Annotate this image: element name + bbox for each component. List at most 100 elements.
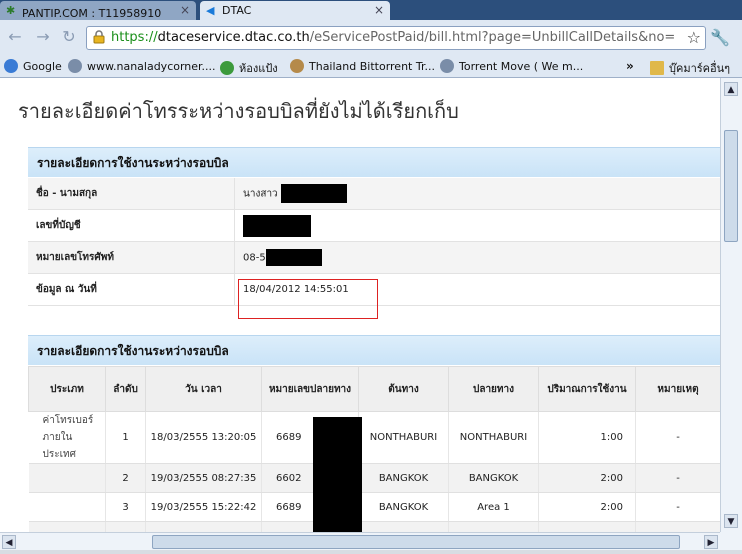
- vertical-scrollbar[interactable]: ▲ ▼: [720, 78, 742, 532]
- column-header-origin: ต้นทาง: [358, 366, 449, 412]
- star-icon[interactable]: ☆: [687, 28, 701, 47]
- redaction-mask: [243, 214, 311, 237]
- info-label: ชื่อ - นามสกุล: [28, 178, 235, 210]
- bookmark-thailand-bittorrent[interactable]: Thailand Bittorrent Tr...: [290, 59, 435, 73]
- usage-table: ประเภท ลำดับ วัน เวลา หมายเลขปลายทาง ต้น…: [28, 366, 720, 532]
- cell-origin: NONTHABURI: [358, 411, 449, 464]
- scroll-thumb[interactable]: [152, 535, 680, 549]
- cell-type: [28, 463, 106, 493]
- info-row-account: เลขที่บัญชี: [28, 209, 720, 242]
- column-header-note: หมายเหตุ: [635, 366, 720, 412]
- lock-icon: [93, 30, 105, 44]
- cell-amount: 1:00: [538, 521, 636, 532]
- info-panel-header: รายละเอียดการใช้งานระหว่างรอบบิล: [28, 147, 720, 177]
- cell-note: -: [635, 521, 720, 532]
- back-button[interactable]: ←: [6, 28, 24, 46]
- cell-no: 2: [105, 463, 146, 493]
- cell-destination: Area 1: [448, 492, 539, 522]
- tab-dtac[interactable]: ◀ DTAC ×: [200, 1, 390, 20]
- highlight-box: [238, 279, 378, 319]
- cell-note: -: [635, 411, 720, 464]
- table-row: 4 19/03/2555 18:56:41 6689 NONTHABURI NO…: [28, 521, 720, 532]
- redaction-mask: [280, 184, 347, 203]
- usage-header-row: ประเภท ลำดับ วัน เวลา หมายเลขปลายทาง ต้น…: [28, 366, 720, 412]
- bookmark-hong-paeng[interactable]: ห้องแป้ง: [220, 59, 278, 77]
- cell-amount: 1:00: [538, 411, 636, 464]
- cell-origin: BANGKOK: [358, 463, 449, 493]
- globe-icon: [68, 59, 82, 73]
- cell-amount: 2:00: [538, 463, 636, 493]
- cell-note: -: [635, 463, 720, 493]
- close-tab-icon[interactable]: ×: [374, 3, 384, 17]
- column-header-amount: ปริมาณการใช้งาน: [538, 366, 636, 412]
- scroll-right-icon[interactable]: ▶: [704, 535, 718, 549]
- page-title: รายละเอียดค่าโทรระหว่างรอบบิลที่ยังไม่ได…: [18, 99, 459, 123]
- cell-origin: NONTHABURI: [358, 521, 449, 532]
- cell-amount: 2:00: [538, 492, 636, 522]
- google-icon: [4, 59, 18, 73]
- bookmark-google[interactable]: Google: [4, 59, 62, 73]
- cell-destination: NONTHABURI: [448, 521, 539, 532]
- info-value: นางสาว: [234, 178, 720, 210]
- info-label: ข้อมูล ณ วันที่: [28, 273, 235, 306]
- bookmarks-bar: Google www.nanaladycorner.... ห้องแป้ง T…: [0, 54, 742, 78]
- cactus-icon: [220, 61, 234, 75]
- scroll-down-icon[interactable]: ▼: [724, 514, 738, 528]
- cell-type: [28, 521, 106, 532]
- scroll-thumb[interactable]: [724, 130, 738, 242]
- table-row: ค่าโทรเบอร์ภายในประเทศ 1 18/03/2555 13:2…: [28, 411, 720, 464]
- tab-label: DTAC: [222, 4, 252, 17]
- cell-datetime: 19/03/2555 18:56:41: [145, 521, 262, 532]
- other-bookmarks-folder[interactable]: บุ๊คมาร์คอื่นๆ: [650, 59, 730, 77]
- info-value: 08-5: [234, 241, 720, 274]
- cell-datetime: 18/03/2555 13:20:05: [145, 411, 262, 464]
- scrollbar-corner: [720, 532, 742, 550]
- cell-note: -: [635, 492, 720, 522]
- bookmark-nanaladycorner[interactable]: www.nanaladycorner....: [68, 59, 216, 73]
- table-row: 2 19/03/2555 08:27:35 6602 BANGKOK BANGK…: [28, 463, 720, 493]
- tab-strip: ✱ PANTIP.COM : T11958910 คำถ × ◀ DTAC ×: [0, 0, 742, 20]
- url-text: https://dtaceservice.dtac.co.th/eService…: [111, 30, 676, 45]
- cactus-icon: ✱: [6, 4, 16, 17]
- redaction-mask: [313, 417, 362, 536]
- column-header-no: ลำดับ: [105, 366, 146, 412]
- dtac-icon: ◀: [206, 4, 215, 17]
- bookmark-torrent-move[interactable]: Torrent Move ( We m...: [440, 59, 583, 73]
- cell-no: 3: [105, 492, 146, 522]
- scroll-left-icon[interactable]: ◀: [2, 535, 16, 549]
- tab-label: PANTIP.COM : T11958910 คำถ: [22, 7, 162, 20]
- redaction-mask: [265, 249, 322, 266]
- info-row-name: ชื่อ - นามสกุล นางสาว: [28, 178, 720, 210]
- owl-icon: [290, 59, 304, 73]
- cell-destination: BANGKOK: [448, 463, 539, 493]
- cell-type: ค่าโทรเบอร์ภายในประเทศ: [28, 411, 106, 464]
- info-row-phone: หมายเลขโทรศัพท์ 08-5: [28, 241, 720, 274]
- cell-destination: NONTHABURI: [448, 411, 539, 464]
- info-value: [234, 209, 720, 242]
- info-label: หมายเลขโทรศัพท์: [28, 241, 235, 274]
- close-tab-icon[interactable]: ×: [180, 3, 190, 17]
- wrench-icon[interactable]: 🔧: [710, 28, 730, 47]
- column-header-datetime: วัน เวลา: [145, 366, 262, 412]
- cell-datetime: 19/03/2555 15:22:42: [145, 492, 262, 522]
- forward-button[interactable]: →: [34, 28, 52, 46]
- table-row: 3 19/03/2555 15:22:42 6689 BANGKOK Area …: [28, 492, 720, 522]
- cell-no: 4: [105, 521, 146, 532]
- browser-toolbar: ← → ↻ https://dtaceservice.dtac.co.th/eS…: [0, 20, 742, 54]
- info-label: เลขที่บัญชี: [28, 209, 235, 242]
- column-header-type: ประเภท: [28, 366, 106, 412]
- globe-icon: [440, 59, 454, 73]
- column-header-destination: ปลายทาง: [448, 366, 539, 412]
- column-header-number: หมายเลขปลายทาง: [261, 366, 359, 412]
- cell-type: [28, 492, 106, 522]
- tab-pantip[interactable]: ✱ PANTIP.COM : T11958910 คำถ ×: [0, 1, 196, 20]
- window-bottom-edge: [0, 550, 742, 554]
- address-bar[interactable]: https://dtaceservice.dtac.co.th/eService…: [86, 26, 706, 50]
- reload-button[interactable]: ↻: [60, 28, 78, 46]
- cell-origin: BANGKOK: [358, 492, 449, 522]
- more-bookmarks-chevron[interactable]: »: [626, 59, 634, 73]
- usage-panel-header: รายละเอียดการใช้งานระหว่างรอบบิล: [28, 335, 720, 365]
- scroll-up-icon[interactable]: ▲: [724, 82, 738, 96]
- cell-no: 1: [105, 411, 146, 464]
- horizontal-scrollbar[interactable]: ◀ ▶: [0, 532, 720, 550]
